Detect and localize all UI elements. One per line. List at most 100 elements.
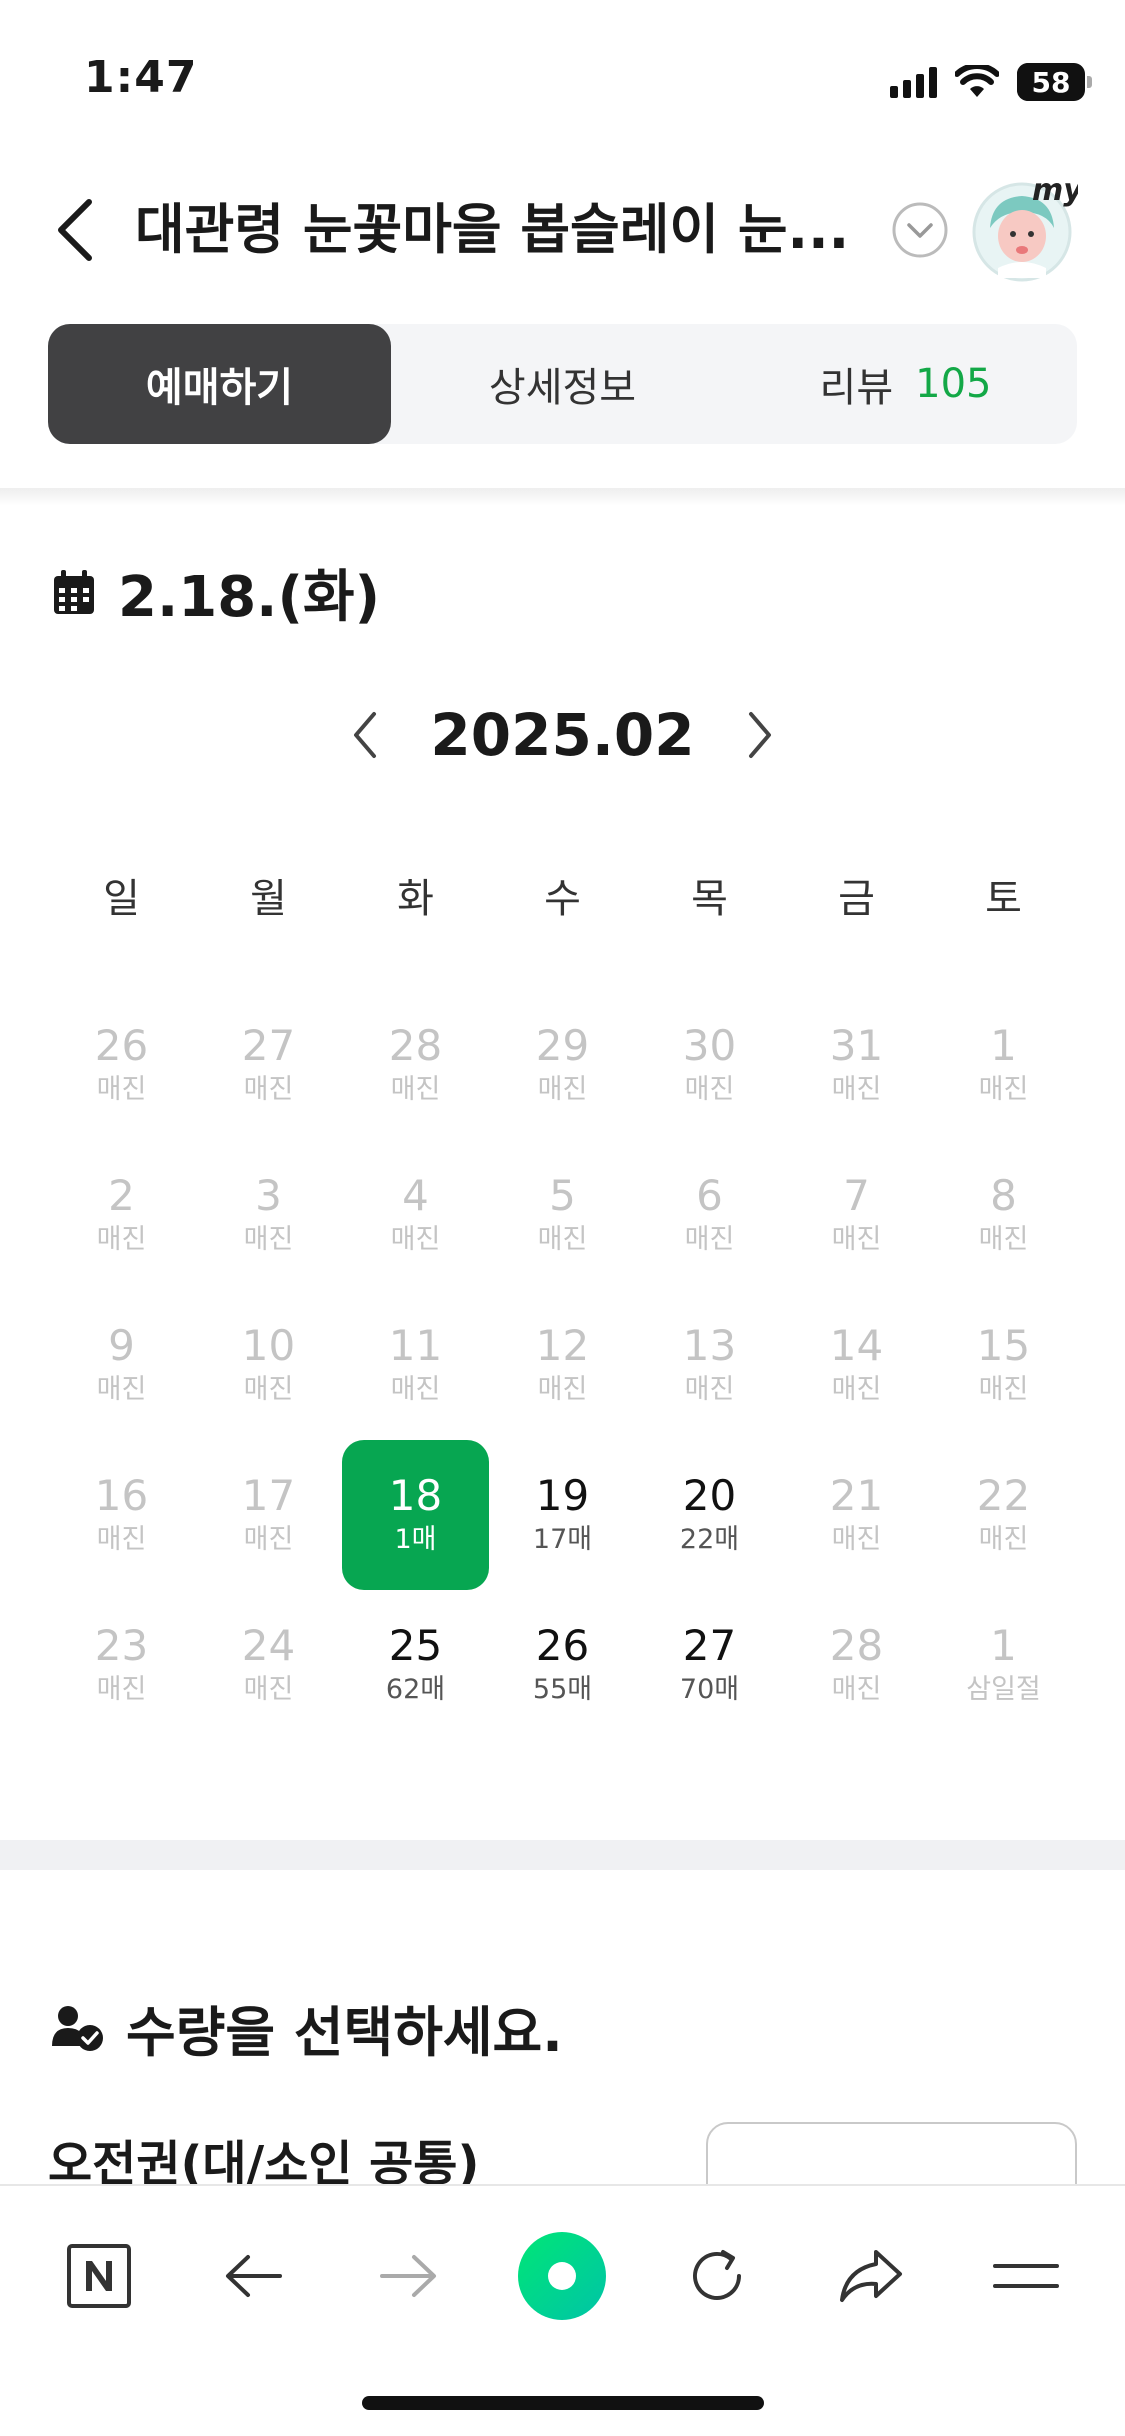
day-availability: 매진 <box>978 1074 1029 1105</box>
day-number: 11 <box>388 1321 443 1370</box>
day-availability: 매진 <box>684 1374 735 1405</box>
day-availability: 매진 <box>978 1224 1029 1255</box>
tab-booking[interactable]: 예매하기 <box>48 324 391 444</box>
page-title: 대관령 눈꽃마을 봅슬레이 눈... <box>135 198 850 261</box>
calendar-day-selected[interactable]: 18 1매 <box>342 1440 489 1590</box>
day-number: 7 <box>843 1171 870 1220</box>
calendar-day: 28 매진 <box>783 1590 930 1740</box>
wifi-icon <box>955 65 999 97</box>
calendar-day[interactable]: 19 17매 <box>489 1440 636 1590</box>
refresh-button[interactable] <box>662 2221 772 2331</box>
calendar-week-row: 16 매진 17 매진 18 1매 19 17매 20 22매 21 매진 22 매진 <box>48 1440 1077 1590</box>
share-button[interactable] <box>816 2221 926 2331</box>
day-number: 28 <box>829 1621 884 1670</box>
day-availability: 매진 <box>243 1074 294 1105</box>
weekday-label: 토 <box>985 876 1022 922</box>
day-availability: 매진 <box>831 1374 882 1405</box>
calendar-week-row: 2 매진 3 매진 4 매진 5 매진 6 매진 7 매진 8 매진 <box>48 1140 1077 1290</box>
day-availability: 매진 <box>684 1224 735 1255</box>
day-availability: 22매 <box>679 1524 740 1555</box>
month-navigator: 2025.02 <box>0 690 1125 780</box>
day-number: 10 <box>241 1321 296 1370</box>
day-availability: 매진 <box>243 1374 294 1405</box>
day-availability: 매진 <box>831 1674 882 1705</box>
day-number: 16 <box>94 1471 149 1520</box>
calendar-day: 10 매진 <box>195 1290 342 1440</box>
day-availability: 매진 <box>390 1224 441 1255</box>
quantity-header: 수량을 선택하세요. <box>52 1988 563 2067</box>
tab-details[interactable]: 상세정보 <box>391 324 734 444</box>
quantity-heading: 수량을 선택하세요. <box>126 2001 563 2064</box>
day-number: 29 <box>535 1021 590 1070</box>
day-availability: 매진 <box>96 1674 147 1705</box>
selected-date: 2.18.(화) <box>118 565 381 630</box>
section-divider <box>0 1840 1125 1870</box>
day-number: 15 <box>976 1321 1031 1370</box>
tab-label: 예매하기 <box>145 365 294 411</box>
calendar-day: 26 매진 <box>48 990 195 1140</box>
day-number: 6 <box>696 1171 723 1220</box>
tab-label: 리뷰 <box>819 365 894 411</box>
selected-date-header: 2.18.(화) <box>52 552 380 633</box>
menu-button[interactable] <box>971 2221 1081 2331</box>
day-availability: 매진 <box>96 1074 147 1105</box>
back-arrow-icon <box>58 199 92 261</box>
calendar-week-row: 9 매진 10 매진 11 매진 12 매진 13 매진 14 매진 15 매진 <box>48 1290 1077 1440</box>
calendar-day: 15 매진 <box>930 1290 1077 1440</box>
calendar-day: 8 매진 <box>930 1140 1077 1290</box>
title-dropdown-button[interactable] <box>890 200 950 260</box>
day-number: 9 <box>108 1321 135 1370</box>
status-time: 1:47 <box>84 52 198 103</box>
day-number: 23 <box>94 1621 149 1670</box>
green-home-button[interactable] <box>507 2221 617 2331</box>
my-avatar-icon: my <box>972 173 1084 282</box>
day-number: 20 <box>682 1471 737 1520</box>
my-avatar-button[interactable]: my <box>968 172 1084 282</box>
nav-forward-icon <box>380 2255 437 2297</box>
calendar-day[interactable]: 26 55매 <box>489 1590 636 1740</box>
day-number: 31 <box>829 1021 884 1070</box>
calendar-day: 9 매진 <box>48 1290 195 1440</box>
day-number: 5 <box>549 1171 576 1220</box>
nav-back-icon <box>225 2255 282 2297</box>
weekday-label: 화 <box>397 876 434 922</box>
calendar-day: 27 매진 <box>195 990 342 1140</box>
browser-back-button[interactable] <box>199 2221 309 2331</box>
calendar-day[interactable]: 20 22매 <box>636 1440 783 1590</box>
calendar-day: 28 매진 <box>342 990 489 1140</box>
calendar-day: 12 매진 <box>489 1290 636 1440</box>
back-button[interactable] <box>40 190 110 270</box>
calendar-day: 2 매진 <box>48 1140 195 1290</box>
day-number: 17 <box>241 1471 296 1520</box>
calendar: 일 월 화 수 목 금 토 26 매진 27 매진 28 매진 29 매진 30 매진 31 매진 1 매진 2 매진 3 매… <box>48 840 1077 1740</box>
browser-forward-button[interactable] <box>353 2221 463 2331</box>
calendar-day: 3 매진 <box>195 1140 342 1290</box>
day-number: 13 <box>682 1321 737 1370</box>
calendar-day[interactable]: 25 62매 <box>342 1590 489 1740</box>
chevron-right-icon <box>748 712 771 758</box>
share-icon <box>840 2250 903 2302</box>
day-availability: 55매 <box>532 1674 593 1705</box>
day-availability: 매진 <box>978 1524 1029 1555</box>
day-number: 30 <box>682 1021 737 1070</box>
prev-month-button[interactable] <box>340 700 390 770</box>
calendar-grid: 26 매진 27 매진 28 매진 29 매진 30 매진 31 매진 1 매진 2 매진 3 매진 4 매진 5 매진 6… <box>48 990 1077 1740</box>
day-number: 2 <box>108 1171 135 1220</box>
day-number: 24 <box>241 1621 296 1670</box>
day-availability: 매진 <box>978 1374 1029 1405</box>
tab-reviews[interactable]: 리뷰 105 <box>734 324 1077 444</box>
naver-home-button[interactable] <box>44 2221 154 2331</box>
calendar-day[interactable]: 27 70매 <box>636 1590 783 1740</box>
signal-icon <box>890 66 937 98</box>
day-number: 21 <box>829 1471 884 1520</box>
review-count: 105 <box>915 361 992 407</box>
day-availability: 매진 <box>243 1674 294 1705</box>
day-number: 14 <box>829 1321 884 1370</box>
day-number: 8 <box>990 1171 1017 1220</box>
calendar-icon <box>54 569 94 614</box>
day-number: 26 <box>535 1621 590 1670</box>
calendar-day: 1 삼일절 <box>930 1590 1077 1740</box>
next-month-button[interactable] <box>735 700 785 770</box>
person-check-icon <box>52 2005 103 2051</box>
day-number: 26 <box>94 1021 149 1070</box>
